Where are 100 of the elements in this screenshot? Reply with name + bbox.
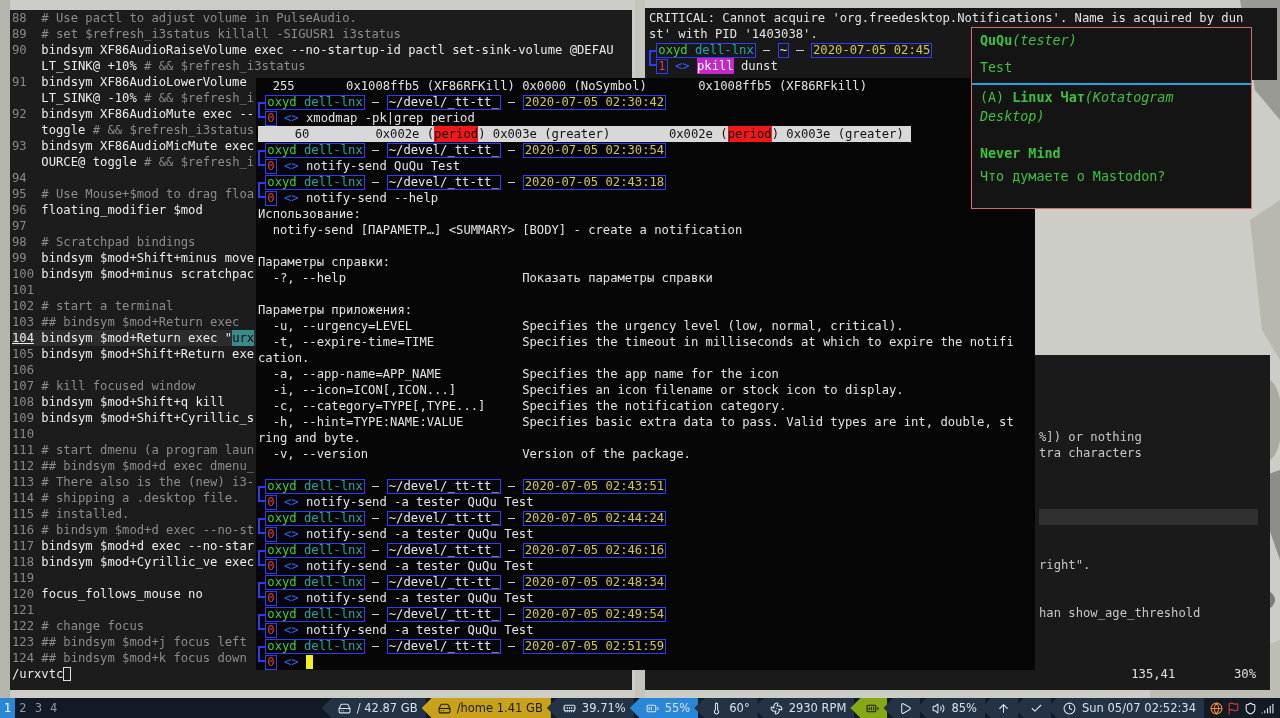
notification-body: Что думаете о Mastodon? — [980, 168, 1167, 186]
cursor-position: 135,41 — [1131, 666, 1176, 682]
user-name: oxyd — [267, 479, 297, 493]
option-name: -a, --app-name=APP_NAME — [271, 366, 443, 382]
code-text: bindsym XF86AudioLowerVolume — [41, 74, 247, 90]
output-text: Параметры справки: — [258, 254, 391, 270]
line-number: 119 — [12, 570, 35, 586]
workspace-button[interactable]: 1 — [0, 698, 16, 718]
line-number: 123 — [12, 634, 35, 650]
output-text: cation. — [258, 350, 310, 366]
clock-icon — [1063, 701, 1076, 715]
command-text: notify-send -a tester QuQu Test — [306, 494, 534, 510]
notification-title: (A) Linux Чат(Kotatogram Desktop) — [980, 89, 1175, 126]
workspace-button[interactable]: 2 — [15, 698, 31, 718]
line-number: 96 — [12, 202, 28, 218]
prompt-symbol: <> — [284, 158, 299, 174]
host-name: dell-lnx — [304, 607, 363, 621]
option-description: Specifies the notification category. — [522, 398, 788, 414]
prompt-symbol: <> — [284, 110, 299, 126]
directory-path: ~/devel/_tt-tt_ — [388, 511, 499, 525]
option-description: Specifies the app name for the icon — [522, 366, 780, 382]
prompt-symbol: <> — [284, 190, 299, 206]
option-name: -i, --icon=ICON[,ICON...] — [271, 382, 458, 398]
line-number: 117 — [12, 538, 35, 554]
line-number: 121 — [12, 602, 35, 618]
code-text: bindsym $mod+Shift+q kill — [41, 394, 225, 410]
status-text: / 42.87 GB — [356, 701, 418, 715]
notification-title: QuQu(tester) — [980, 32, 1078, 50]
status-text: 85% — [951, 701, 977, 715]
directory-path: ~ — [779, 43, 788, 57]
fan-icon — [769, 701, 783, 715]
option-description: Показать параметры справки — [522, 270, 714, 286]
workspace-button[interactable]: 3 — [30, 698, 46, 718]
config-text: tra characters — [1039, 445, 1142, 461]
hard-drive-icon — [437, 701, 451, 715]
comment-text: # Use Mouse+$mod to drag floa — [41, 186, 255, 202]
prompt-symbol: <> — [284, 558, 299, 574]
host-name: dell-lnx — [304, 175, 363, 189]
output-text: ring and byte. — [258, 430, 361, 446]
host-name: dell-lnx — [304, 95, 363, 109]
line-number: 109 — [12, 410, 35, 426]
prompt-symbol: <> — [284, 622, 299, 638]
line-number: 91 — [12, 74, 28, 90]
line-number: 124 — [12, 650, 35, 666]
arrow-up-icon — [997, 701, 1010, 715]
line-number: 95 — [12, 186, 28, 202]
option-description: Specifies basic extra data to pass. Valid types are int, double, st — [522, 414, 1015, 430]
shield-icon[interactable] — [1244, 701, 1257, 715]
option-name: -u, --urgency=LEVEL — [271, 318, 414, 334]
directory-path: ~/devel/_tt-tt_ — [388, 607, 499, 621]
line-number: 101 — [12, 282, 35, 298]
signal-icon[interactable] — [1261, 701, 1274, 715]
comment-text: # change focus — [41, 618, 145, 634]
status-text: 60° — [729, 701, 750, 715]
directory-path: ~/devel/_tt-tt_ — [388, 95, 499, 109]
user-name: oxyd — [267, 143, 297, 157]
text-cursor — [63, 667, 71, 681]
output-text: ) 0x003e (greater) — [771, 126, 904, 142]
line-number: 122 — [12, 618, 35, 634]
command-text: notify-send -a tester QuQu Test — [306, 526, 534, 542]
command-text: notify-send -a tester QuQu Test — [306, 590, 534, 606]
line-number: 99 — [12, 250, 28, 266]
code-text: bindsym $mod+minus scratchpac — [41, 266, 255, 282]
match-highlight: period — [727, 126, 772, 142]
line-number: 107 — [12, 378, 35, 394]
command-line: /urxvtc — [12, 666, 64, 682]
output-text: 60 0x002e ( — [293, 126, 435, 142]
timestamp: 2020-07-05 02:48:34 — [524, 575, 665, 589]
line-number: 100 — [12, 266, 35, 282]
option-name: -t, --expire-time=TIME — [271, 334, 436, 350]
exit-status: 0 — [267, 591, 275, 605]
comment-text: # kill focused window — [41, 378, 196, 394]
user-name: oxyd — [267, 511, 297, 525]
workspace-button[interactable]: 4 — [46, 698, 62, 718]
code-text: bindsym $mod+Cyrillic_ve exec — [41, 554, 255, 570]
comment-text: # set $refresh_i3status killall -SIGUSR1 i3status — [41, 26, 401, 42]
comment-text: # && $refresh_i — [144, 154, 255, 170]
user-name: oxyd — [267, 639, 297, 653]
line-number: 98 — [12, 234, 28, 250]
comment-text: # bindsym $mod+d exec --no-st — [41, 522, 255, 538]
timestamp: 2020-07-05 02:43:18 — [524, 175, 665, 189]
status-text: 2930 RPM — [788, 701, 847, 715]
prompt-symbol: <> — [675, 58, 690, 74]
line-number: 106 — [12, 362, 35, 378]
status-text: 55% — [664, 701, 691, 715]
timestamp: 2020-07-05 02:30:54 — [524, 143, 665, 157]
line-number: 108 — [12, 394, 35, 410]
exit-status: 0 — [267, 495, 275, 509]
comment-text: # There also is the (new) i3- — [41, 474, 255, 490]
host-name: dell-lnx — [304, 479, 363, 493]
code-text: bindsym $mod+Shift+Cyrillic_s — [41, 410, 255, 426]
option-name: -h, --hint=TYPE:NAME:VALUE — [271, 414, 465, 430]
globe-icon[interactable] — [1210, 701, 1223, 715]
flag-icon[interactable] — [1227, 701, 1240, 715]
exit-status: 0 — [267, 527, 275, 541]
comment-text: # shipping a .desktop file. — [41, 490, 240, 506]
user-name: oxyd — [267, 175, 297, 189]
output-text: CRITICAL: Cannot acquire 'org.freedesktop.Notifications'. Name is acquired by dun — [649, 10, 1244, 26]
play-icon — [899, 701, 913, 715]
host-name: dell-lnx — [304, 511, 363, 525]
